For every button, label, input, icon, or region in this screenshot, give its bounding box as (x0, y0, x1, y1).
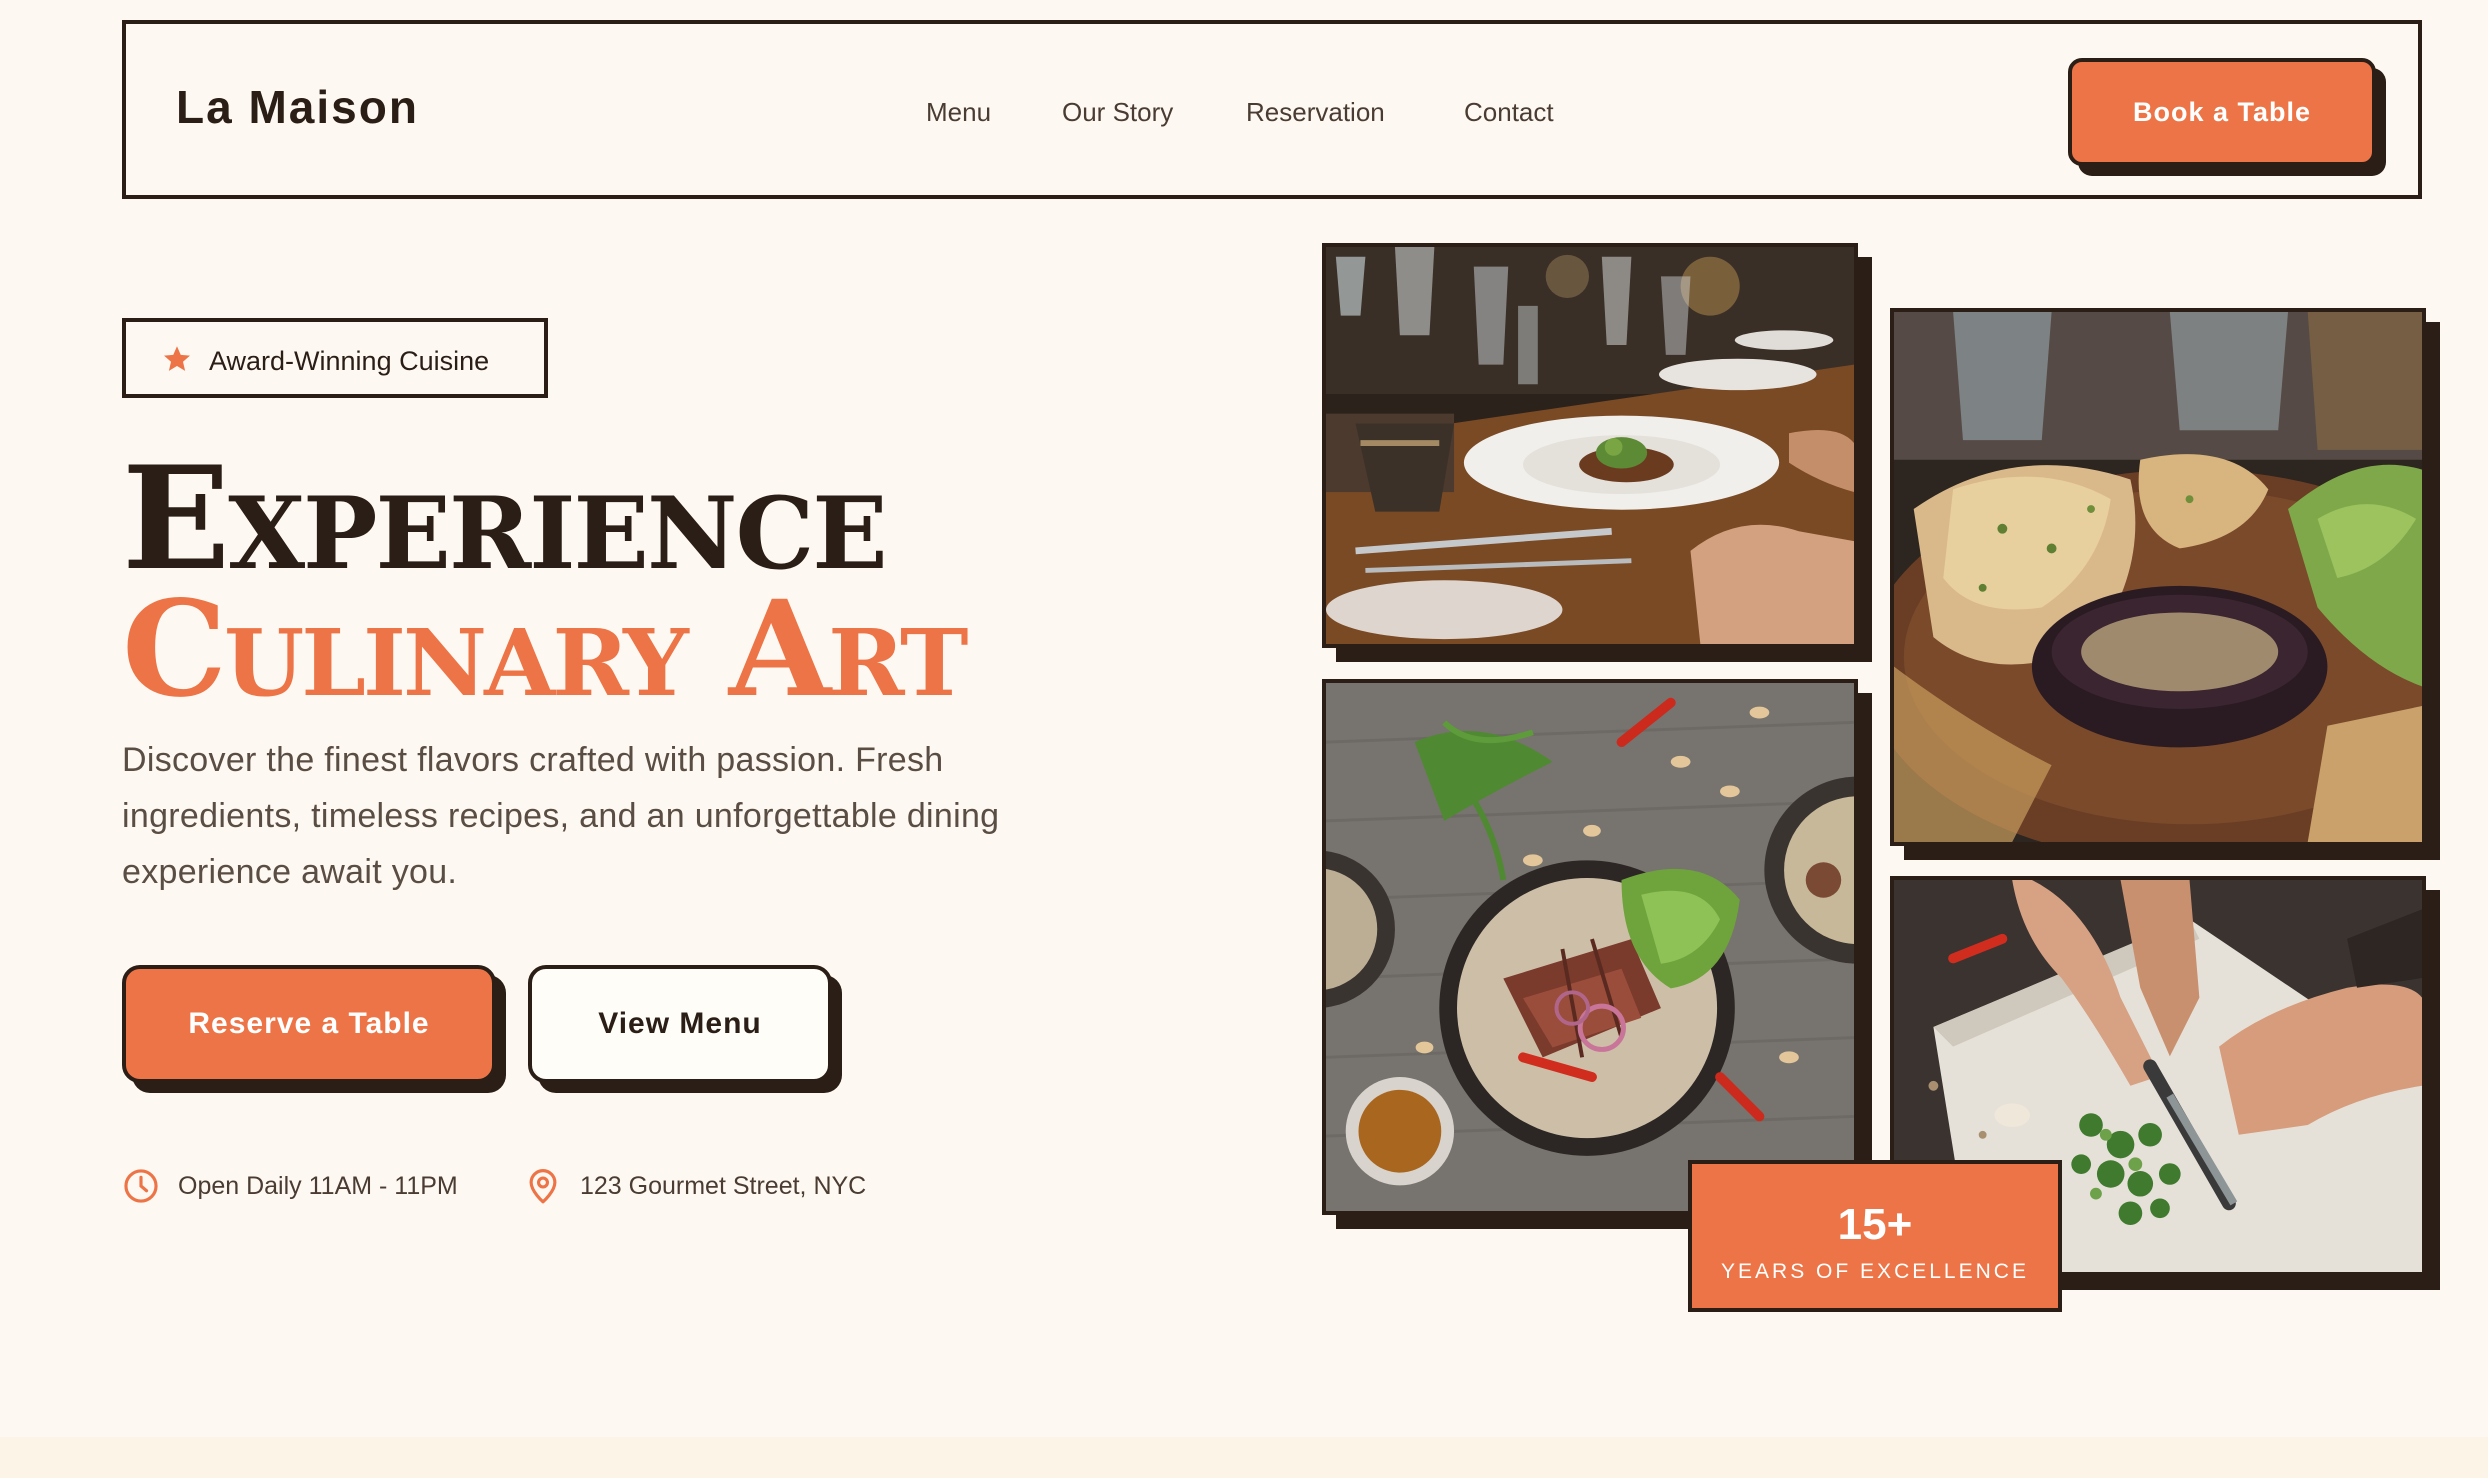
book-table-button[interactable]: Book a Table (2068, 58, 2376, 166)
gallery-photo-dining-table (1322, 243, 1858, 648)
nav-link-menu[interactable]: Menu (926, 97, 991, 128)
years-stat-label: YEARS OF EXCELLENCE (1721, 1260, 2029, 1283)
opening-hours-text: Open Daily 11AM - 11PM (178, 1171, 458, 1200)
star-icon (164, 346, 190, 371)
address: 123 Gourmet Street, NYC (524, 1164, 866, 1208)
award-badge-label: Award-Winning Cuisine (209, 346, 490, 376)
map-pin-icon (529, 1169, 557, 1204)
nav-link-reservation[interactable]: Reservation (1246, 97, 1385, 128)
nav-link-our-story[interactable]: Our Story (1062, 97, 1173, 128)
gallery-photo-seafood (1890, 308, 2426, 846)
nav-link-contact[interactable]: Contact (1464, 97, 1554, 128)
hero-description: Discover the finest flavors crafted with… (122, 741, 1000, 891)
award-badge: Award-Winning Cuisine (122, 318, 548, 398)
hero-title-line2: Culinary Art (122, 572, 968, 727)
next-section-edge (0, 1437, 2488, 1478)
hero-title: Experience Culinary Art (122, 436, 968, 727)
opening-hours: Open Daily 11AM - 11PM (122, 1164, 458, 1208)
top-navbar: La Maison Menu Our Story Reservation Con… (122, 20, 2422, 199)
years-stat-badge: 15+ YEARS OF EXCELLENCE (1688, 1160, 2062, 1312)
reserve-table-button[interactable]: Reserve a Table (122, 965, 496, 1083)
clock-icon (124, 1169, 158, 1203)
years-stat-number: 15+ (1837, 1200, 1913, 1249)
hero-title-line1: Experience (122, 436, 888, 602)
address-text: 123 Gourmet Street, NYC (580, 1171, 867, 1200)
view-menu-button[interactable]: View Menu (528, 965, 832, 1083)
gallery-photo-steak-bowl (1322, 679, 1858, 1215)
